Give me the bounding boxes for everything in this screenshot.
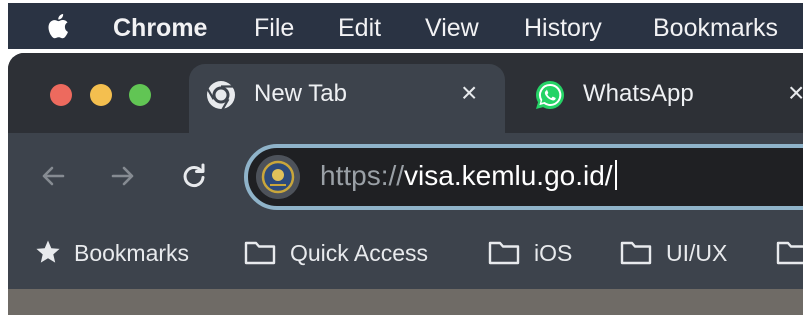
tab-close-button[interactable]: × [461, 78, 477, 108]
chrome-icon [206, 81, 235, 111]
window-minimize-button[interactable] [90, 84, 112, 106]
bookmark-label: iOS [534, 240, 573, 266]
tab-new-tab[interactable]: New Tab × [189, 64, 505, 133]
apple-logo-icon[interactable] [46, 12, 74, 40]
menu-view[interactable]: View [425, 14, 479, 42]
browser-window: New Tab × WhatsApp × https://visa.kemlu.… [8, 53, 803, 315]
site-emblem-icon [256, 155, 300, 199]
page-content [8, 289, 803, 315]
menu-file[interactable]: File [254, 14, 294, 42]
address-bar[interactable]: https://visa.kemlu.go.id/ [244, 144, 803, 210]
text-caret [614, 160, 617, 190]
tab-title: New Tab [254, 80, 347, 107]
menu-chrome[interactable]: Chrome [113, 14, 207, 42]
folder-icon [488, 241, 520, 265]
back-arrow-icon[interactable] [39, 162, 67, 190]
macos-menu-bar: Chrome File Edit View History Bookmarks [8, 3, 803, 49]
url-text[interactable]: https://visa.kemlu.go.id/ [320, 158, 617, 194]
bookmarks-bar: Bookmarks Quick Access iOS UI/UX [8, 217, 803, 289]
star-icon [36, 240, 60, 263]
bookmark-label: Quick Access [290, 240, 429, 266]
menu-history[interactable]: History [524, 14, 602, 42]
folder-icon [776, 241, 803, 265]
tab-title: WhatsApp [583, 80, 694, 107]
reload-icon[interactable] [180, 162, 208, 190]
bookmark-label: UI/UX [666, 240, 728, 266]
url-host: visa.kemlu.go.id/ [404, 160, 613, 191]
tab-close-button[interactable]: × [788, 78, 803, 108]
window-close-button[interactable] [50, 84, 72, 106]
tab-strip: New Tab × WhatsApp × [8, 53, 803, 133]
forward-arrow-icon[interactable] [109, 162, 137, 190]
window-zoom-button[interactable] [129, 84, 151, 106]
folder-icon [620, 241, 652, 265]
folder-icon [244, 241, 276, 265]
menu-edit[interactable]: Edit [338, 14, 381, 42]
screen: Chrome File Edit View History Bookmarks … [0, 0, 803, 315]
whatsapp-icon [536, 80, 565, 109]
url-scheme: https:// [320, 160, 405, 191]
browser-toolbar: https://visa.kemlu.go.id/ [8, 133, 803, 217]
bookmark-label: Bookmarks [74, 240, 190, 266]
menu-bookmarks[interactable]: Bookmarks [653, 14, 778, 42]
tab-whatsapp[interactable]: WhatsApp × [518, 64, 803, 133]
